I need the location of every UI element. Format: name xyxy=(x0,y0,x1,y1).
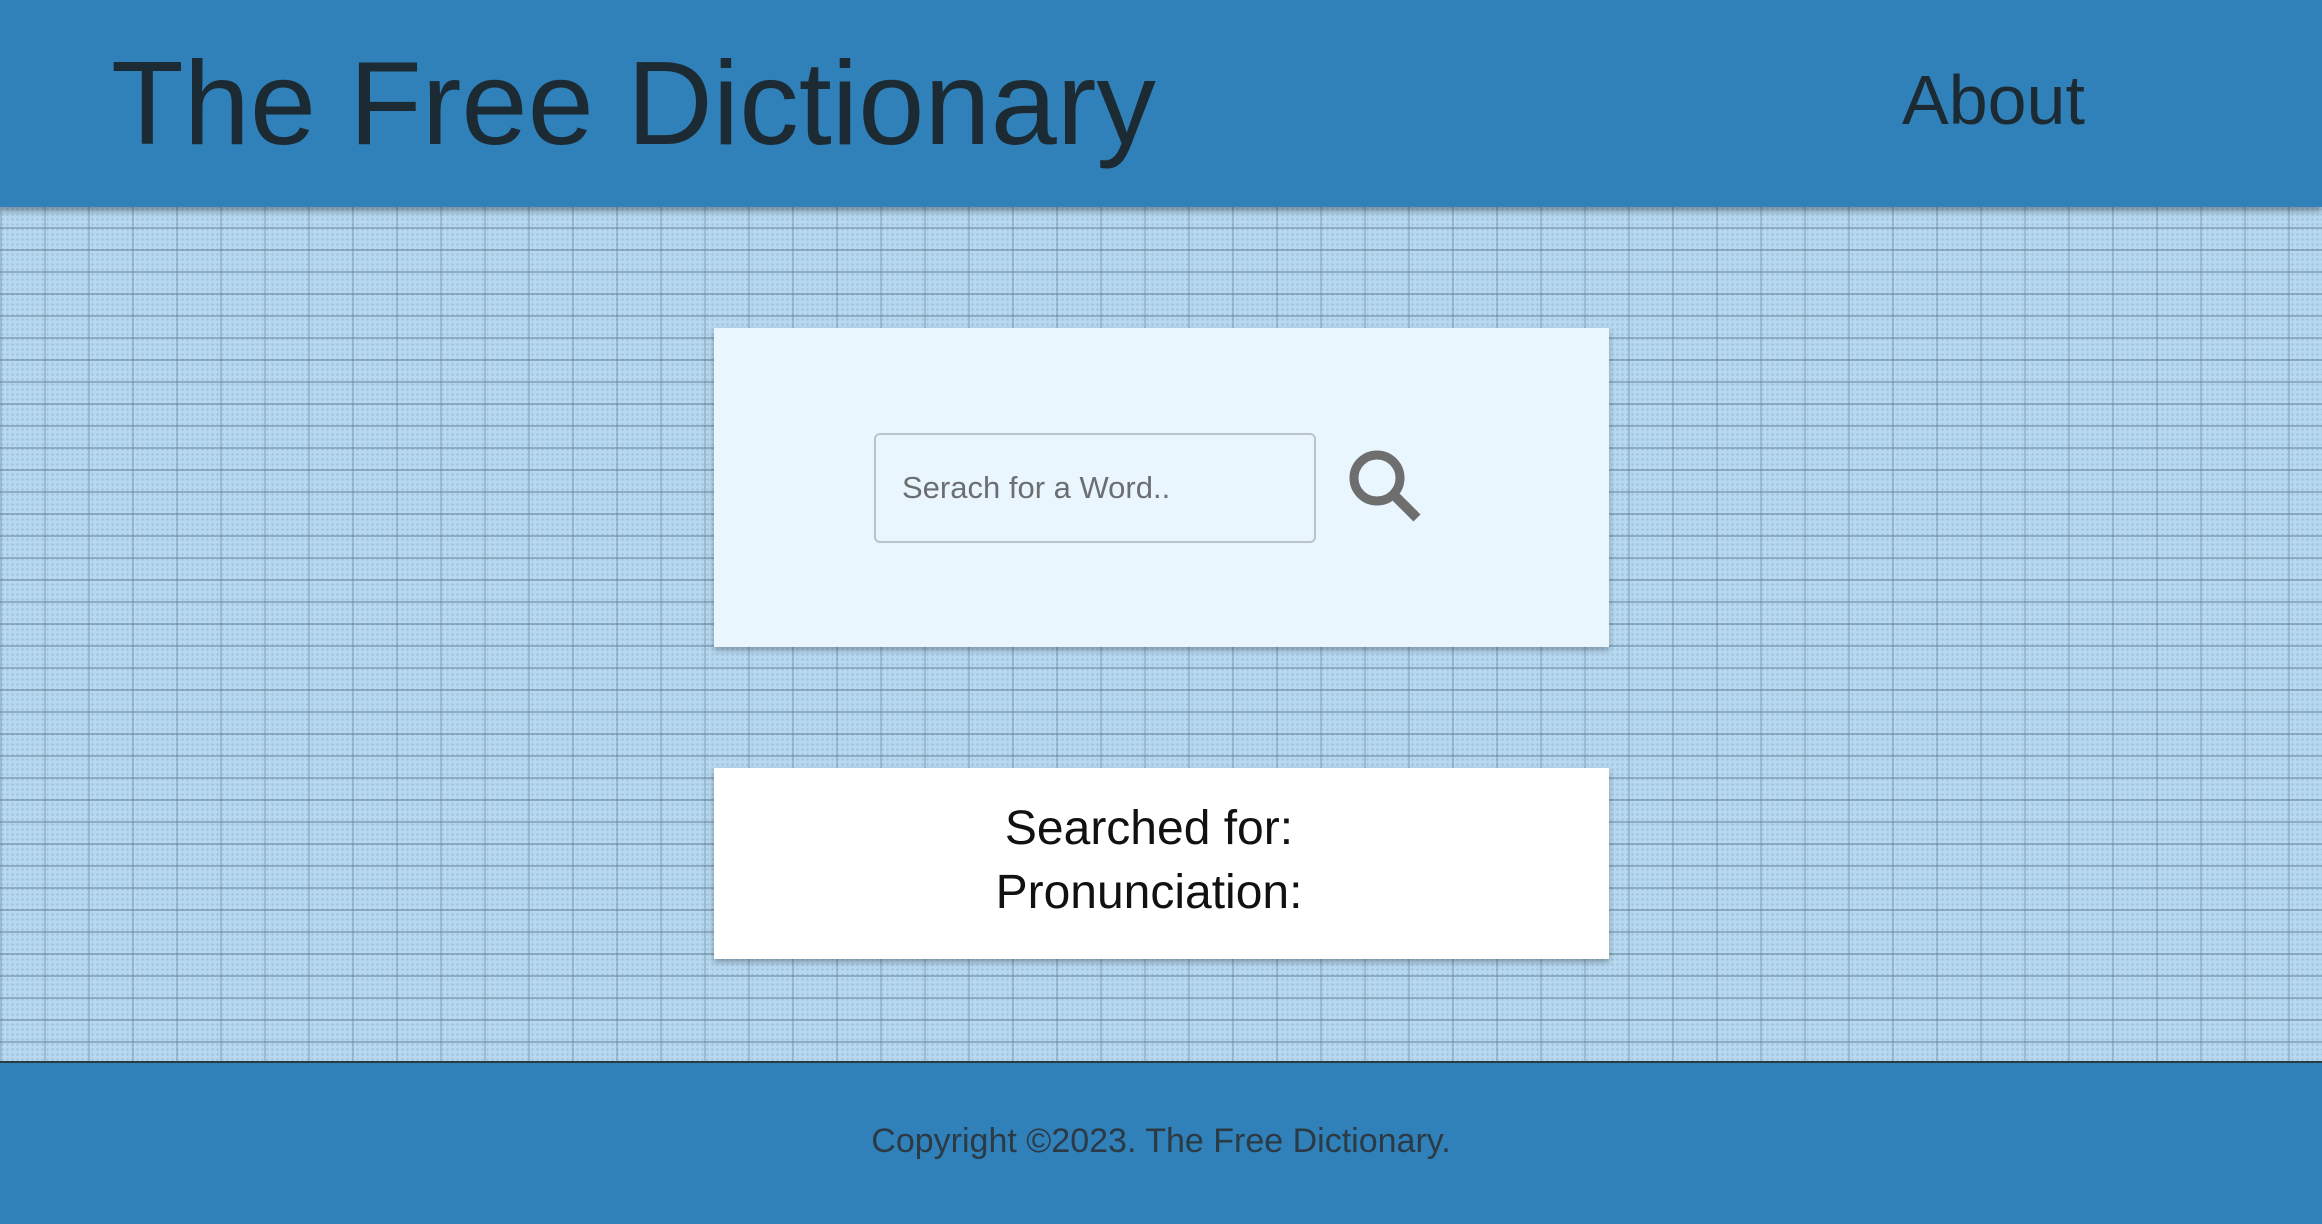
result-card: Searched for: Pronunciation: xyxy=(714,768,1609,959)
search-card xyxy=(714,328,1609,647)
search-icon xyxy=(1349,450,1421,522)
site-title: The Free Dictionary xyxy=(111,37,1156,170)
pronunciation-label: Pronunciation: xyxy=(995,866,1303,919)
about-link[interactable]: About xyxy=(1902,60,2085,140)
searched-for-label: Searched for: xyxy=(1004,802,1294,855)
search-input[interactable] xyxy=(874,433,1316,543)
search-button[interactable] xyxy=(1346,448,1426,528)
copyright-text: Copyright ©2023. The Free Dictionary. xyxy=(871,1122,1451,1160)
site-footer: Copyright ©2023. The Free Dictionary. xyxy=(0,1063,2322,1224)
site-header: The Free Dictionary About xyxy=(0,0,2322,207)
